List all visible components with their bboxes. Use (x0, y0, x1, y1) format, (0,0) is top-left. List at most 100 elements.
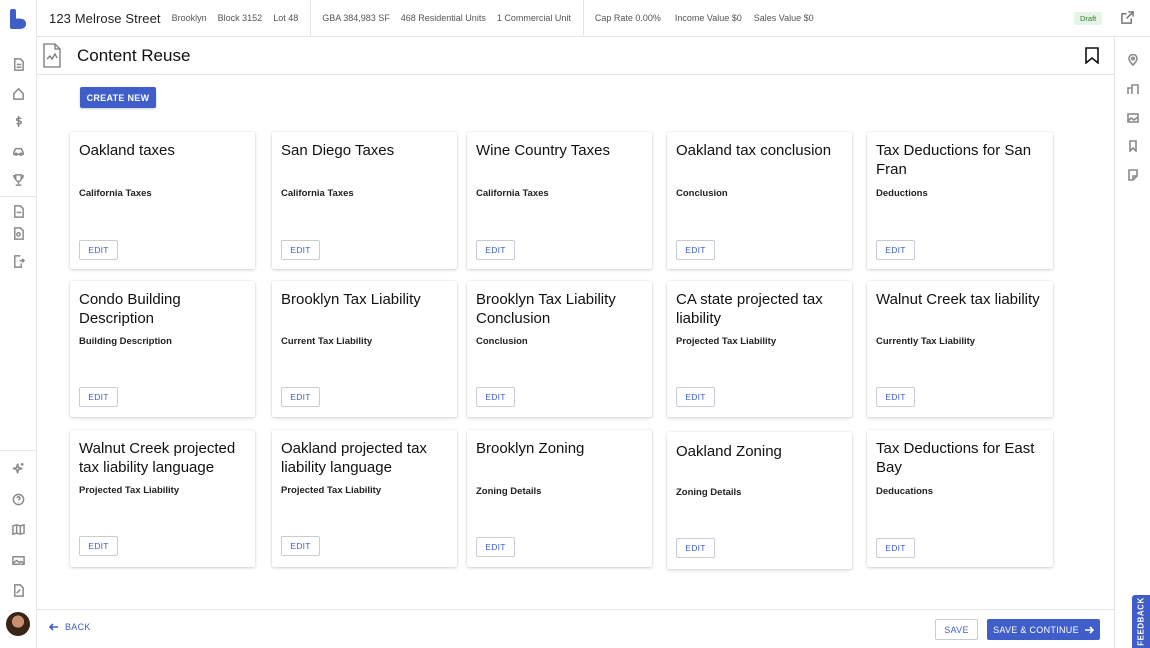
edit-button[interactable]: EDIT (281, 387, 320, 407)
left-rail (0, 0, 37, 648)
footer: BACK SAVE SAVE & CONTINUE (37, 609, 1114, 648)
property-address: 123 Melrose Street (49, 10, 161, 26)
save-continue-label: SAVE & CONTINUE (993, 624, 1079, 635)
content-card: Walnut Creek tax liability Currently Tax … (867, 281, 1053, 417)
export-icon[interactable] (11, 254, 25, 268)
content-card: Tax Deductions for East Bay Deducations ED… (867, 430, 1053, 567)
card-subtitle: Deductions (876, 188, 928, 199)
location-pin-icon[interactable] (1127, 53, 1140, 67)
photo-icon[interactable] (1127, 111, 1140, 124)
card-title: Oakland projected tax liability language (281, 440, 427, 476)
arrow-left-icon (49, 623, 58, 631)
page-icon[interactable] (11, 204, 25, 218)
card-title: Brooklyn Tax Liability (281, 291, 421, 308)
edit-button[interactable]: EDIT (876, 387, 915, 407)
topbar-divider (582, 0, 584, 37)
page-header: Content Reuse (37, 37, 1114, 75)
card-subtitle: Conclusion (476, 336, 528, 347)
edit-button[interactable]: EDIT (79, 536, 118, 556)
app-logo[interactable] (9, 8, 27, 30)
edit-button[interactable]: EDIT (876, 538, 915, 558)
external-link-icon[interactable] (1121, 11, 1135, 25)
content-card: Brooklyn Tax Liability Current Tax Liabil… (272, 281, 457, 417)
content-card: Walnut Creek projected tax liability lan… (70, 430, 255, 567)
card-title: Walnut Creek projected tax liability lan… (79, 440, 236, 476)
edit-button[interactable]: EDIT (876, 240, 915, 260)
avatar[interactable] (6, 612, 30, 636)
back-button[interactable]: BACK (49, 622, 91, 632)
property-borough: Brooklyn (171, 13, 207, 23)
cap-rate: Cap Rate 0.00% (594, 13, 661, 23)
card-subtitle: Projected Tax Liability (79, 485, 180, 496)
note-icon[interactable] (1127, 168, 1140, 181)
residential-units: 468 Residential Units (400, 13, 486, 23)
dollar-icon[interactable] (11, 114, 25, 128)
content-card: Oakland tax conclusion Conclusion EDIT (667, 132, 852, 269)
rail-divider (0, 450, 37, 451)
edit-document-icon[interactable] (11, 583, 25, 597)
card-title: Walnut Creek tax liability (876, 291, 1040, 308)
card-subtitle: Zoning Details (676, 487, 742, 498)
card-subtitle: Conclusion (676, 188, 728, 199)
card-title: CA state projected tax liability (676, 291, 823, 327)
edit-button[interactable]: EDIT (476, 537, 515, 557)
document-icon[interactable] (11, 57, 25, 71)
content-card: Oakland Zoning Zoning Details EDIT (667, 432, 852, 569)
card-title: Brooklyn Zoning (476, 440, 585, 457)
content-card: Oakland projected tax liability language… (272, 430, 457, 567)
arrow-right-icon (1084, 625, 1094, 634)
document-chart-icon (42, 43, 62, 68)
card-subtitle: Projected Tax Liability (281, 485, 382, 496)
back-label: BACK (65, 622, 91, 632)
card-title: Wine Country Taxes (476, 142, 610, 159)
bookmark-button[interactable] (1085, 47, 1099, 65)
help-icon[interactable] (11, 492, 25, 506)
card-title: Tax Deductions for San Fran (876, 142, 1032, 178)
car-icon[interactable] (11, 143, 25, 157)
create-new-button[interactable]: CREATE NEW (80, 87, 156, 108)
card-subtitle: Projected Tax Liability (676, 336, 777, 347)
content-card: Brooklyn Zoning Zoning Details EDIT (467, 430, 652, 567)
card-subtitle: Deducations (876, 486, 934, 497)
bookmark-icon[interactable] (1127, 139, 1140, 153)
edit-button[interactable]: EDIT (676, 538, 715, 558)
card-title: Oakland taxes (79, 142, 175, 159)
feedback-label: FEEDBACK (1136, 597, 1146, 646)
edit-button[interactable]: EDIT (281, 240, 320, 260)
content-card: Condo Building Description Building Descr… (70, 281, 255, 417)
rail-divider (0, 196, 37, 197)
card-title: Oakland Zoning (676, 443, 782, 460)
buildings-icon[interactable] (1127, 82, 1140, 95)
edit-button[interactable]: EDIT (676, 240, 715, 260)
commercial-units: 1 Commercial Unit (496, 13, 571, 23)
edit-button[interactable]: EDIT (676, 387, 715, 407)
edit-button[interactable]: EDIT (476, 387, 515, 407)
card-title: Oakland tax conclusion (676, 142, 832, 159)
card-title: Tax Deductions for East Bay (876, 440, 1035, 476)
card-subtitle: Currently Tax Liability (876, 336, 976, 347)
card-subtitle: California Taxes (79, 188, 152, 199)
trophy-icon[interactable] (11, 172, 25, 186)
content-card: Wine Country Taxes California Taxes EDIT (467, 132, 652, 269)
page-search-icon[interactable] (11, 226, 25, 240)
save-continue-button[interactable]: SAVE & CONTINUE (987, 619, 1100, 640)
feedback-tab[interactable]: FEEDBACK (1132, 595, 1150, 648)
edit-button[interactable]: EDIT (79, 240, 118, 260)
edit-button[interactable]: EDIT (476, 240, 515, 260)
edit-button[interactable]: EDIT (79, 387, 118, 407)
property-block: Block 3152 (217, 13, 263, 23)
sales-value: Sales Value $0 (753, 13, 814, 23)
image-icon[interactable] (11, 553, 25, 567)
content-card: Tax Deductions for San Fran Deductions EDI… (867, 132, 1053, 269)
property-bar: 123 Melrose Street Brooklyn Block 3152 L… (37, 0, 1150, 37)
sparkle-icon[interactable] (11, 461, 25, 475)
card-title: San Diego Taxes (281, 142, 395, 159)
card-subtitle: California Taxes (476, 188, 549, 199)
right-rail (1114, 37, 1150, 648)
content-card: CA state projected tax liability Projecte… (667, 281, 852, 417)
home-icon[interactable] (11, 86, 25, 100)
save-button[interactable]: SAVE (935, 619, 978, 640)
status-badge: Draft (1074, 12, 1103, 25)
map-icon[interactable] (11, 522, 25, 536)
edit-button[interactable]: EDIT (281, 536, 320, 556)
